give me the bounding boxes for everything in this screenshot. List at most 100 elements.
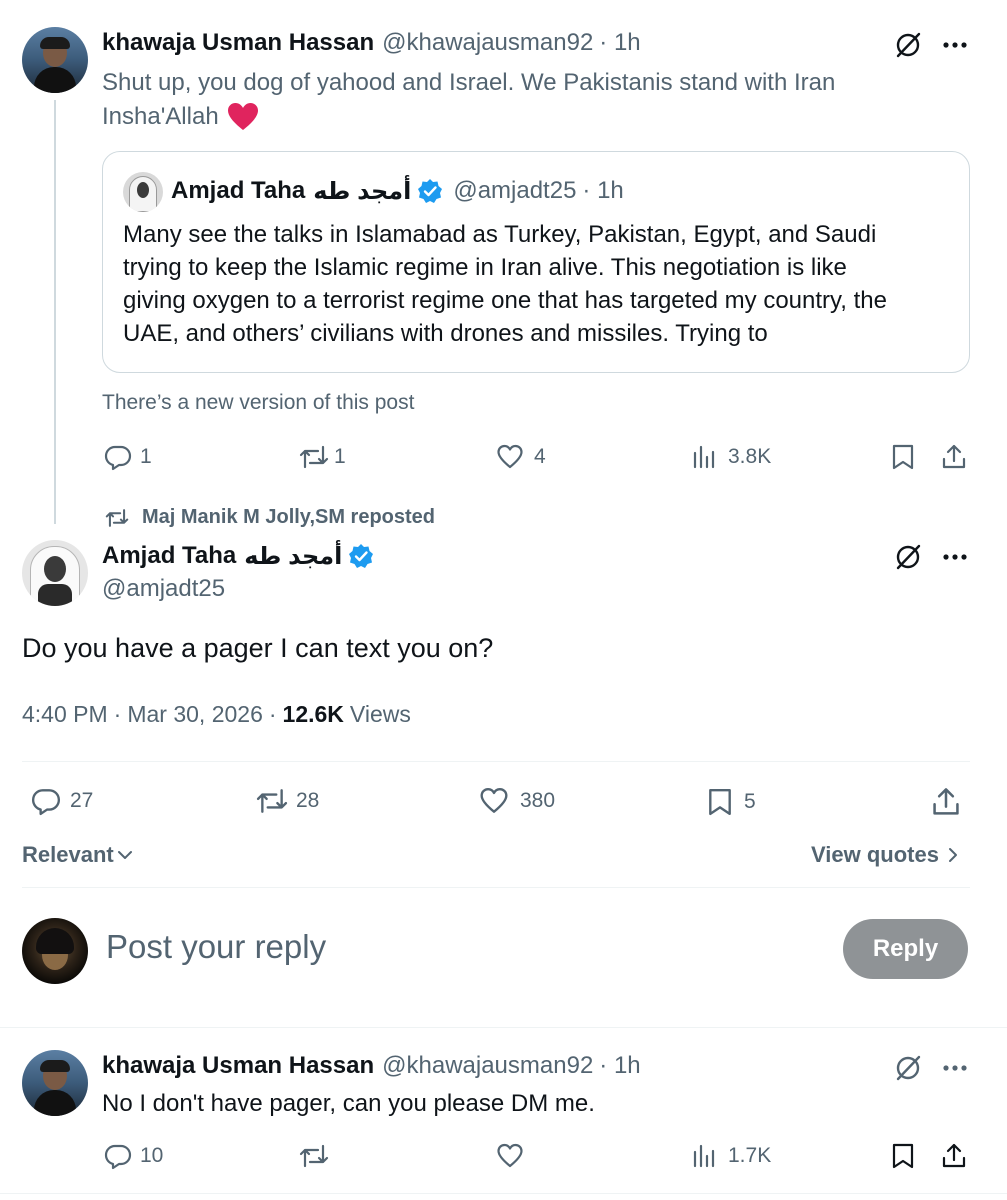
more-icon[interactable] — [942, 38, 968, 52]
author-name[interactable]: khawaja Usman Hassan — [102, 29, 374, 57]
bookmark-icon — [892, 444, 914, 470]
divider — [0, 1027, 1007, 1028]
verified-icon — [349, 544, 374, 568]
like-action[interactable]: 4 — [496, 443, 546, 471]
repost-context[interactable]: Maj Manik M Jolly,SM reposted — [104, 506, 435, 529]
post-meta: 4:40 PM · Mar 30, 2026 · 12.6K Views — [22, 701, 411, 728]
share-action[interactable] — [940, 1142, 968, 1170]
view-quotes-link[interactable]: View quotes — [811, 842, 961, 868]
share-icon — [942, 444, 966, 469]
bookmark-action[interactable] — [890, 443, 916, 471]
post-time[interactable]: · 1h — [599, 1052, 640, 1080]
avatar-khawaja[interactable] — [22, 1050, 88, 1116]
divider — [22, 761, 970, 762]
avatar-amjad-small — [123, 172, 163, 212]
reply-count: 1 — [140, 445, 152, 468]
share-icon — [933, 788, 959, 815]
verified-icon — [418, 179, 443, 203]
quote-author-handle[interactable]: @amjadt25 — [453, 177, 576, 205]
grok-icon[interactable] — [893, 1053, 923, 1083]
quote-text-line: Many see the talks in Islamabad as Turke… — [123, 221, 877, 248]
bookmark-icon — [709, 788, 731, 816]
share-icon — [942, 1143, 966, 1168]
bookmark-action[interactable] — [890, 1142, 916, 1170]
quote-text-line: giving oxygen to a terrorist regime one … — [123, 287, 887, 314]
author-arabic-name[interactable]: أمجد طه — [244, 542, 342, 571]
repost-action[interactable]: 28 — [254, 786, 319, 816]
heart-emoji — [227, 103, 258, 130]
author-handle[interactable]: @khawajausman92 — [382, 29, 593, 57]
quote-text-line: UAE, and others’ civilians with drones a… — [123, 320, 768, 347]
grok-icon[interactable] — [893, 30, 923, 60]
post-time[interactable]: · 1h — [599, 29, 640, 57]
quoted-post-card[interactable]: Amjad Taha أمجد طه @amjadt25 · 1h Many s… — [102, 151, 970, 373]
post-time[interactable]: 4:40 PM — [22, 701, 108, 728]
author-name[interactable]: khawaja Usman Hassan — [102, 1052, 374, 1080]
repost-label[interactable]: Maj Manik M Jolly,SM reposted — [142, 506, 435, 529]
reply-action[interactable]: 27 — [30, 786, 93, 816]
thread-line — [54, 100, 56, 524]
reply-text: No I don't have pager, can you please DM… — [102, 1090, 595, 1117]
views-action[interactable]: 3.8K — [692, 443, 771, 471]
repost-icon — [299, 1144, 329, 1168]
divider — [0, 1193, 1007, 1194]
views-icon — [693, 445, 715, 469]
bookmark-count: 5 — [744, 790, 756, 813]
like-icon — [497, 1143, 523, 1168]
repost-action[interactable] — [298, 1142, 330, 1170]
like-count: 4 — [534, 445, 546, 468]
reply-action[interactable]: 1 — [104, 443, 152, 471]
chevron-right-icon — [948, 848, 957, 862]
sort-label: Relevant — [22, 842, 114, 867]
post-header: khawaja Usman Hassan @khawajausman92 · 1… — [102, 28, 641, 58]
quote-author-name[interactable]: Amjad Taha — [171, 177, 305, 205]
quote-text-line: trying to keep the Islamic regime in Ira… — [123, 254, 847, 281]
post-text-line: Shut up, you dog of yahood and Israel. W… — [102, 69, 836, 96]
main-post-text: Do you have a pager I can text you on? — [22, 633, 494, 663]
chevron-down-icon — [117, 851, 132, 859]
reply-icon — [104, 1144, 132, 1170]
like-action[interactable] — [496, 1142, 524, 1170]
quote-time[interactable]: · 1h — [582, 177, 623, 205]
post-date[interactable]: Mar 30, 2026 — [127, 701, 263, 728]
post-text: Shut up, you dog of yahood and Israel. W… — [102, 66, 835, 134]
views-icon — [693, 1144, 715, 1168]
sort-dropdown[interactable]: Relevant — [22, 842, 134, 868]
views-count: 12.6K — [282, 701, 344, 727]
repost-icon — [105, 508, 129, 527]
post-text-line: Insha'Allah — [102, 103, 219, 130]
like-icon — [480, 788, 508, 813]
grok-icon[interactable] — [893, 542, 923, 572]
reply-button[interactable]: Reply — [843, 919, 968, 979]
repost-count: 1 — [334, 445, 346, 468]
more-icon[interactable] — [942, 550, 968, 564]
bookmark-action[interactable]: 5 — [706, 786, 756, 818]
repost-icon — [256, 789, 288, 813]
like-count: 380 — [520, 789, 556, 812]
reply-icon — [104, 445, 132, 471]
avatar-amjad[interactable] — [22, 540, 88, 606]
views-action[interactable]: 1.7K — [692, 1142, 771, 1170]
divider — [22, 887, 970, 888]
author-handle[interactable]: @khawajausman92 — [382, 1052, 593, 1080]
author-handle[interactable]: @amjadt25 — [102, 575, 225, 603]
new-version-notice[interactable]: There’s a new version of this post — [102, 391, 414, 415]
quote-author-arabic-name[interactable]: أمجد طه — [313, 177, 411, 206]
repost-count: 28 — [296, 789, 320, 812]
avatar-current-user[interactable] — [22, 918, 88, 984]
reply-icon — [31, 789, 61, 816]
like-action[interactable]: 380 — [478, 786, 555, 816]
avatar-khawaja[interactable] — [22, 27, 88, 93]
more-icon[interactable] — [942, 1061, 968, 1075]
reply-action[interactable]: 10 — [104, 1142, 163, 1170]
reply-input[interactable]: Post your reply — [106, 928, 326, 966]
author-name[interactable]: Amjad Taha — [102, 542, 236, 570]
views-count: 1.7K — [728, 1144, 772, 1167]
share-action[interactable] — [930, 786, 962, 818]
repost-action[interactable]: 1 — [298, 443, 346, 471]
repost-icon — [299, 445, 329, 469]
reply-count: 10 — [140, 1144, 164, 1167]
like-icon — [497, 444, 523, 469]
share-action[interactable] — [940, 443, 968, 471]
meta-sep: · — [113, 701, 122, 727]
